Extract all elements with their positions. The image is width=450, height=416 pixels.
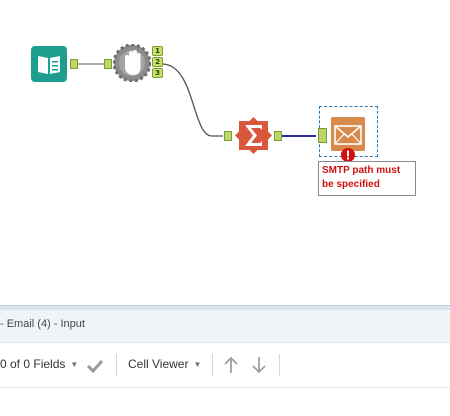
- chevron-down-icon: ▼: [193, 360, 202, 369]
- email-input-anchor[interactable]: [318, 128, 327, 143]
- test-output-anchor-3[interactable]: 3: [152, 68, 163, 78]
- chevron-down-icon: ▼: [70, 360, 79, 369]
- error-tooltip: SMTP path must be specified: [318, 161, 416, 196]
- results-toolbar: 0 of 0 Fields ▼ Cell Viewer ▼: [0, 343, 450, 388]
- summarize-tool[interactable]: [235, 117, 272, 154]
- checkmark-icon[interactable]: [86, 359, 104, 373]
- toolbar-divider: [116, 354, 117, 376]
- fields-dropdown-label: 0 of 0 Fields: [0, 357, 66, 371]
- email-tool[interactable]: [331, 117, 365, 151]
- fields-dropdown[interactable]: 0 of 0 Fields ▼: [0, 357, 78, 371]
- summarize-input-anchor[interactable]: [224, 131, 232, 141]
- connection-test-to-summarize[interactable]: [161, 63, 223, 137]
- input-data-tool[interactable]: [31, 46, 67, 82]
- cell-viewer-dropdown[interactable]: Cell Viewer ▼: [128, 357, 201, 371]
- arrow-down-icon[interactable]: [251, 356, 267, 374]
- results-grid[interactable]: [0, 388, 450, 416]
- results-panel-title: - Email (4) - Input: [0, 318, 85, 330]
- book-icon: [31, 46, 67, 82]
- hand-stop-icon: [112, 43, 152, 83]
- results-panel-header: - Email (4) - Input: [0, 310, 450, 343]
- cell-viewer-label: Cell Viewer: [128, 357, 189, 371]
- summarize-output-anchor[interactable]: [274, 131, 282, 141]
- test-input-anchor[interactable]: [104, 59, 112, 69]
- sigma-icon: [235, 117, 272, 154]
- arrow-up-icon[interactable]: [223, 356, 239, 374]
- input-data-output-anchor[interactable]: [70, 59, 78, 69]
- test-output-anchor-2[interactable]: 2: [152, 57, 163, 67]
- test-output-anchor-1[interactable]: 1: [152, 46, 163, 56]
- envelope-icon: [331, 117, 365, 151]
- connection-layer: [78, 63, 316, 137]
- toolbar-divider: [212, 354, 213, 376]
- workflow-canvas[interactable]: 1 2 3 SMTP path must be specified: [0, 0, 450, 305]
- test-tool[interactable]: [112, 43, 152, 83]
- toolbar-divider: [279, 354, 280, 376]
